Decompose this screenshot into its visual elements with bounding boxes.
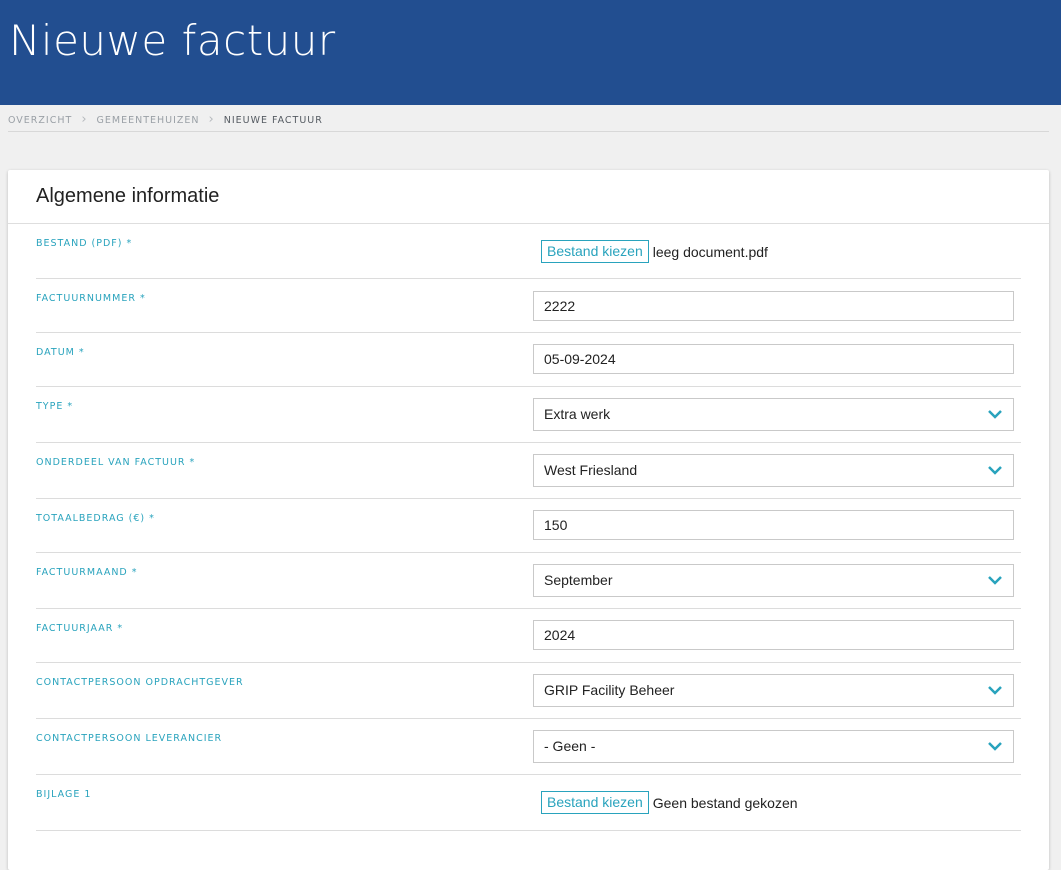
form-row-onderdeel: ONDERDEEL VAN FACTUUR * West Friesland [36,443,1021,499]
contact-leverancier-select[interactable]: - Geen - [533,730,1014,763]
page-title: Nieuwe factuur [9,16,336,65]
type-select[interactable]: Extra werk [533,398,1014,431]
chevron-down-icon [988,410,1002,419]
bestand-label: BESTAND (PDF) * [36,238,133,249]
form-row-bijlage1: BIJLAGE 1 Bestand kiezen Geen bestand ge… [36,775,1021,831]
breadcrumb: OVERZICHT › GEMEENTEHUIZEN › NIEUWE FACT… [8,112,323,128]
factuurnummer-input[interactable]: 2222 [533,291,1014,321]
page-header: Nieuwe factuur [0,0,1061,105]
factuurmaand-select[interactable]: September [533,564,1014,597]
breadcrumb-item-overzicht[interactable]: OVERZICHT [8,115,72,126]
factuurjaar-label: FACTUURJAAR * [36,623,124,634]
factuurjaar-input[interactable]: 2024 [533,620,1014,650]
factuurjaar-value: 2024 [544,627,576,643]
bijlage1-choose-button[interactable]: Bestand kiezen [541,791,649,814]
datum-label: DATUM * [36,347,85,358]
factuurnummer-value: 2222 [544,298,576,314]
form-row-factuurjaar: FACTUURJAAR * 2024 [36,609,1021,663]
bijlage1-file-input: Bestand kiezen Geen bestand gekozen [541,791,798,814]
bijlage1-file-name: Geen bestand gekozen [652,794,798,811]
contact-opdrachtgever-label: CONTACTPERSOON OPDRACHTGEVER [36,677,244,688]
form-row-contact-opdrachtgever: CONTACTPERSOON OPDRACHTGEVER GRIP Facili… [36,663,1021,719]
totaalbedrag-value: 150 [544,517,568,533]
datum-value: 05-09-2024 [544,351,616,367]
totaalbedrag-input[interactable]: 150 [533,510,1014,540]
chevron-down-icon [988,742,1002,751]
chevron-right-icon: › [208,112,215,127]
form-row-totaalbedrag: TOTAALBEDRAG (€) * 150 [36,499,1021,553]
factuurmaand-value: September [544,572,613,588]
chevron-down-icon [988,686,1002,695]
bestand-file-input: Bestand kiezen leeg document.pdf [541,240,768,263]
general-info-card: Algemene informatie BESTAND (PDF) * Best… [8,170,1049,870]
datum-input[interactable]: 05-09-2024 [533,344,1014,374]
form-row-bestand: BESTAND (PDF) * Bestand kiezen leeg docu… [36,224,1021,279]
form-row-type: TYPE * Extra werk [36,387,1021,443]
bestand-file-name: leeg document.pdf [652,243,768,260]
form-row-factuurnummer: FACTUURNUMMER * 2222 [36,279,1021,333]
totaalbedrag-label: TOTAALBEDRAG (€) * [36,513,155,524]
breadcrumb-item-current: NIEUWE FACTUUR [223,114,323,126]
contact-opdrachtgever-value: GRIP Facility Beheer [544,682,675,698]
contact-opdrachtgever-select[interactable]: GRIP Facility Beheer [533,674,1014,707]
bijlage1-label: BIJLAGE 1 [36,789,92,800]
onderdeel-select[interactable]: West Friesland [533,454,1014,487]
type-value: Extra werk [544,406,611,422]
chevron-down-icon [988,576,1002,585]
factuurnummer-label: FACTUURNUMMER * [36,293,146,304]
onderdeel-label: ONDERDEEL VAN FACTUUR * [36,457,196,468]
contact-leverancier-value: - Geen - [544,738,596,754]
factuurmaand-label: FACTUURMAAND * [36,567,138,578]
bestand-choose-button[interactable]: Bestand kiezen [541,240,649,263]
chevron-right-icon: › [81,112,88,127]
form-row-contact-leverancier: CONTACTPERSOON LEVERANCIER - Geen - [36,719,1021,775]
breadcrumb-item-gemeentehuizen[interactable]: GEMEENTEHUIZEN [97,115,200,126]
chevron-down-icon [988,466,1002,475]
contact-leverancier-label: CONTACTPERSOON LEVERANCIER [36,733,223,744]
section-title: Algemene informatie [36,185,220,207]
breadcrumb-divider [8,131,1049,132]
type-label: TYPE * [36,401,74,412]
form-row-datum: DATUM * 05-09-2024 [36,333,1021,387]
form-row-factuurmaand: FACTUURMAAND * September [36,553,1021,609]
onderdeel-value: West Friesland [544,462,638,478]
